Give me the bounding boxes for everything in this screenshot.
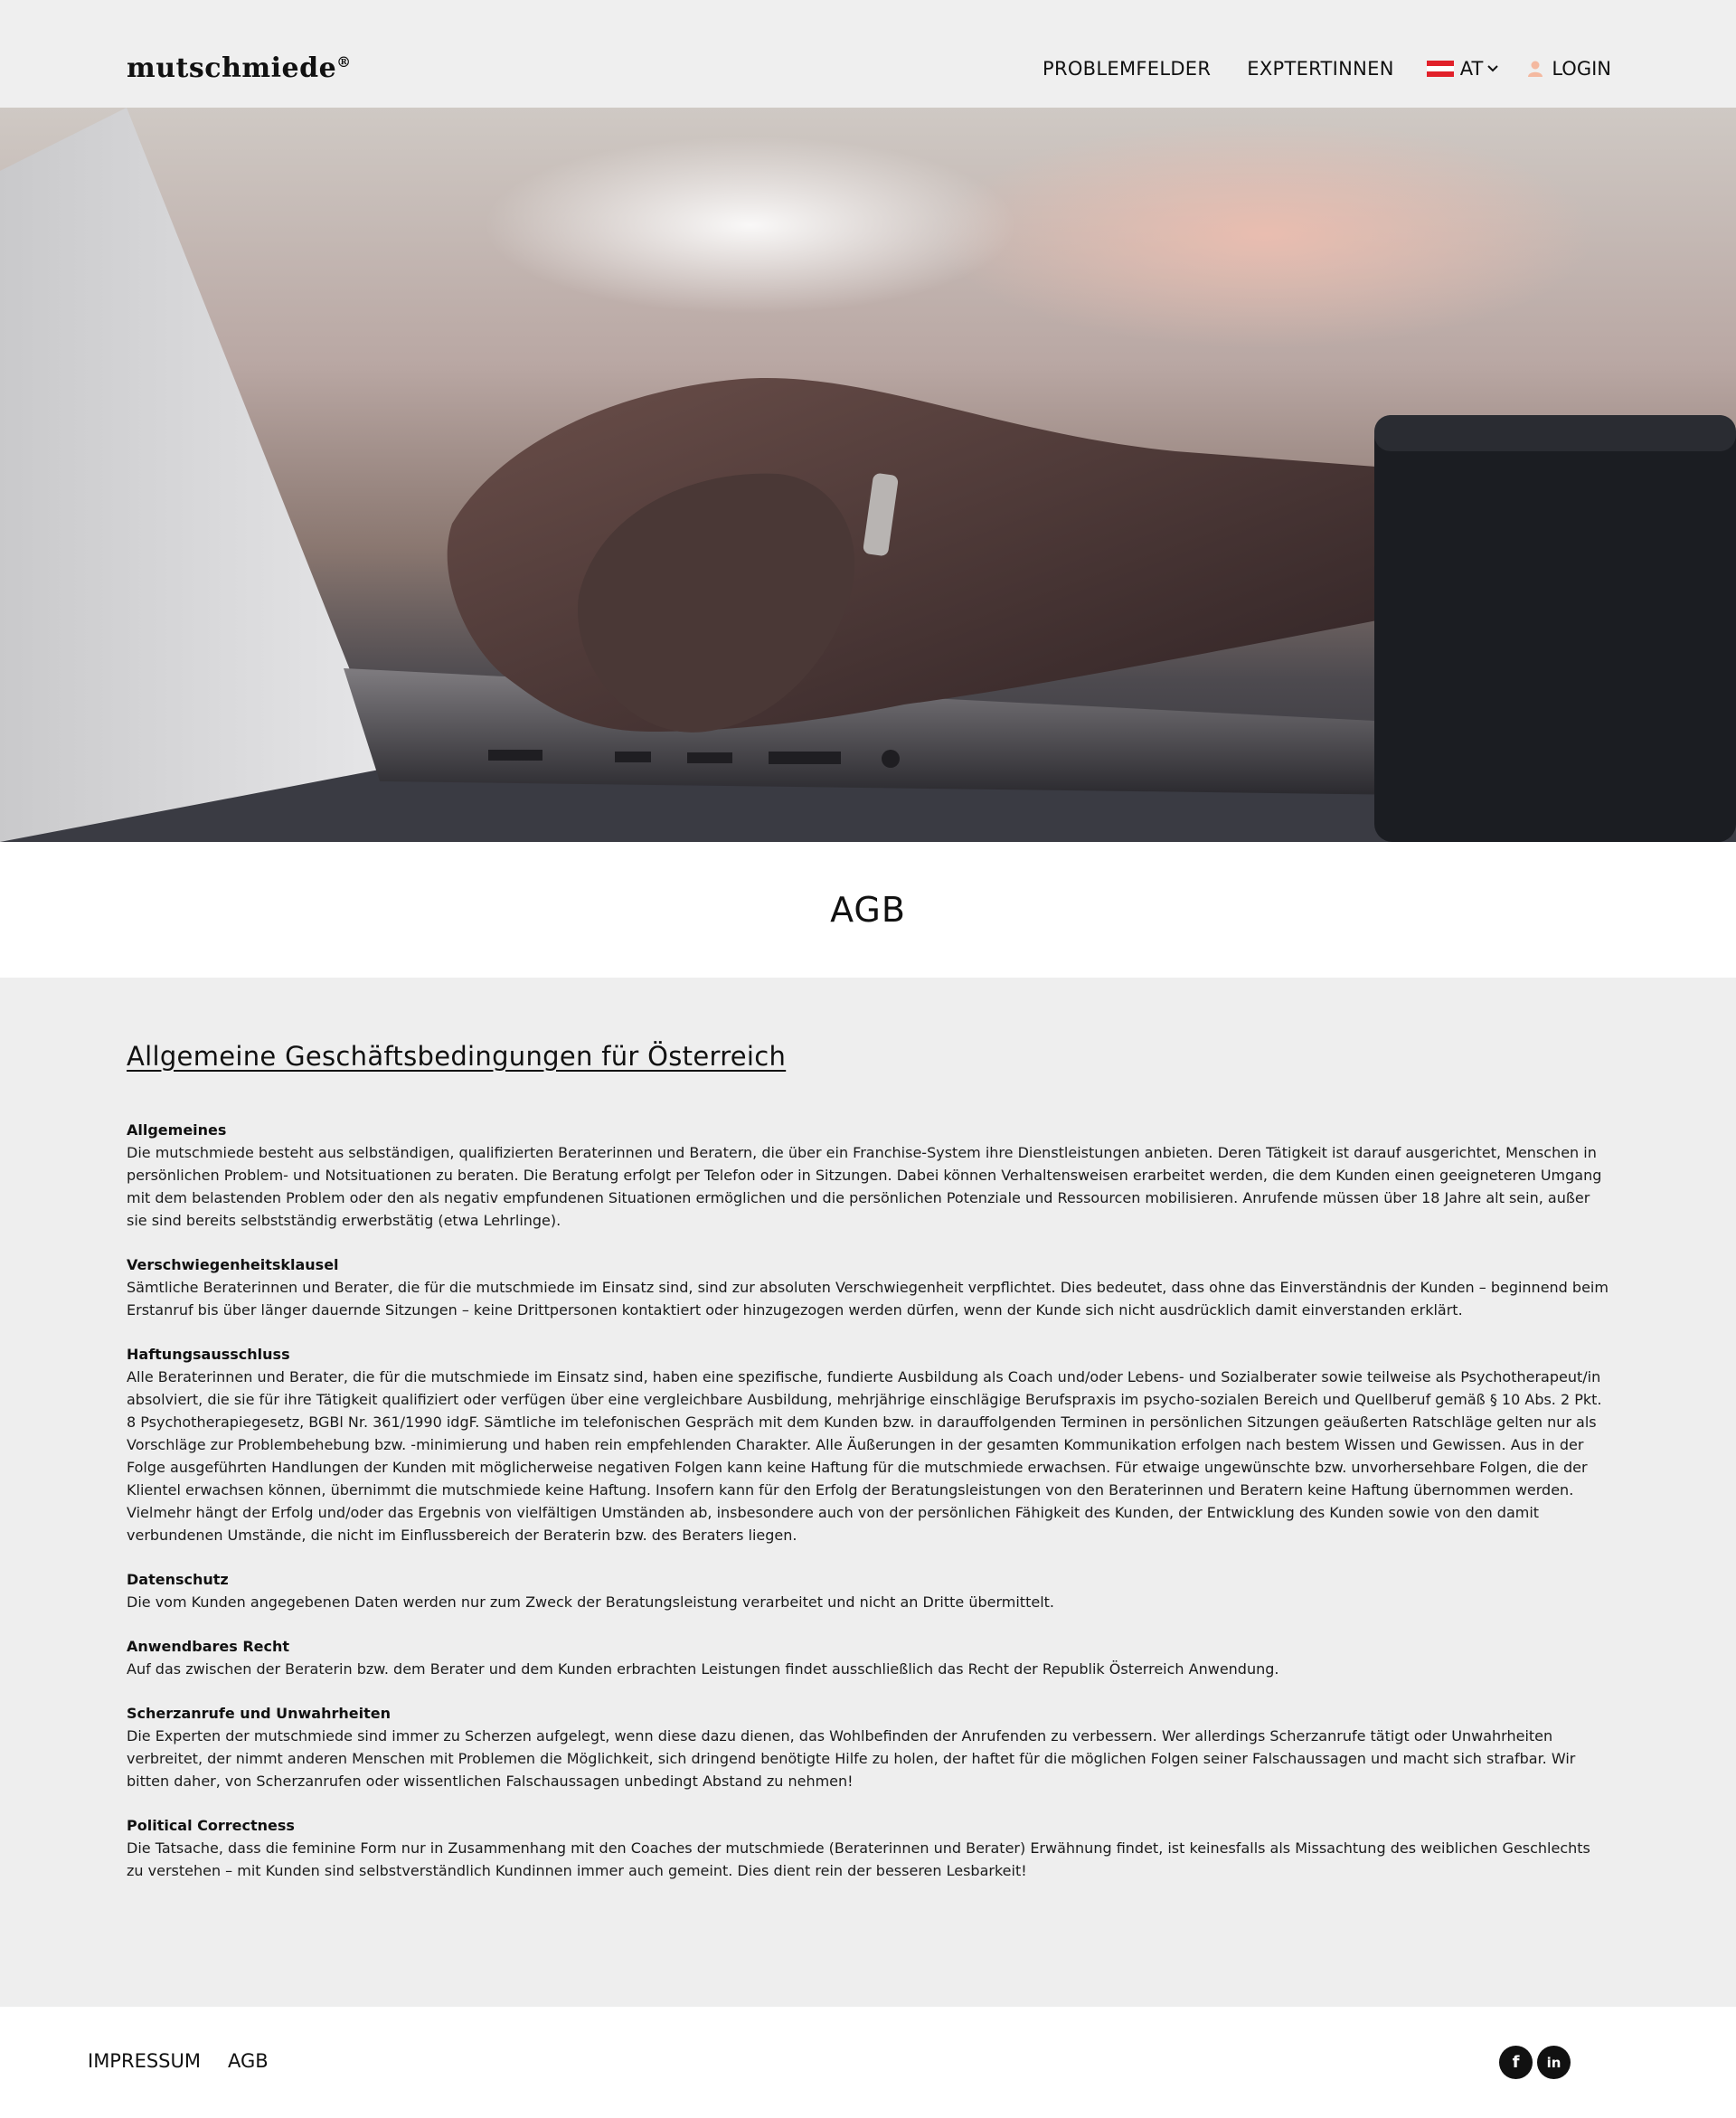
section-text: Alle Beraterinnen und Berater, die für d… — [127, 1368, 1602, 1544]
terms-section-scherzanrufe: Scherzanrufe und Unwahrheiten Die Expert… — [127, 1702, 1609, 1792]
section-title: Haftungsausschluss — [127, 1346, 290, 1363]
site-logo[interactable]: mutschmiede® — [127, 52, 352, 84]
section-title: Scherzanrufe und Unwahrheiten — [127, 1705, 391, 1722]
section-text: Die Tatsache, dass die feminine Form nur… — [127, 1839, 1590, 1879]
hero-image — [0, 108, 1736, 842]
nav-item-expertinnen[interactable]: EXPTERTINNEN — [1247, 58, 1394, 80]
language-selector[interactable]: AT — [1426, 58, 1500, 80]
section-title: Anwendbares Recht — [127, 1638, 290, 1655]
laptop-typing-photo — [0, 108, 1736, 842]
site-footer: IMPRESSUM AGB f in — [0, 2007, 1736, 2118]
terms-section-verschwiegenheit: Verschwiegenheitsklausel Sämtliche Berat… — [127, 1253, 1609, 1321]
section-title: Verschwiegenheitsklausel — [127, 1256, 339, 1273]
terms-heading: Allgemeine Geschäftsbedingungen für Öste… — [127, 1041, 787, 1072]
section-text: Sämtliche Beraterinnen und Berater, die … — [127, 1279, 1609, 1319]
page-title: AGB — [830, 890, 906, 930]
section-title: Datenschutz — [127, 1571, 229, 1588]
site-header: mutschmiede® PROBLEMFELDER EXPTERTINNEN … — [0, 0, 1736, 108]
page-title-band: AGB — [0, 842, 1736, 978]
section-text: Die vom Kunden angegebenen Daten werden … — [127, 1593, 1054, 1611]
main-nav: PROBLEMFELDER EXPTERTINNEN AT LOGIN — [1006, 58, 1611, 80]
terms-section-allgemeines: Allgemeines Die mutschmiede besteht aus … — [127, 1119, 1609, 1232]
login-button[interactable]: LOGIN — [1526, 58, 1611, 80]
terms-section-datenschutz: Datenschutz Die vom Kunden angegebenen D… — [127, 1568, 1609, 1613]
section-title: Political Correctness — [127, 1817, 295, 1834]
terms-content: Allgemeine Geschäftsbedingungen für Öste… — [0, 978, 1736, 2007]
facebook-icon[interactable]: f — [1499, 2046, 1533, 2079]
section-title: Allgemeines — [127, 1121, 227, 1139]
footer-link-agb[interactable]: AGB — [228, 2050, 269, 2072]
footer-links: IMPRESSUM AGB — [88, 2050, 296, 2072]
terms-section-haftung: Haftungsausschluss Alle Beraterinnen und… — [127, 1343, 1609, 1546]
user-icon — [1528, 61, 1543, 77]
login-label: LOGIN — [1552, 58, 1611, 80]
linkedin-icon[interactable]: in — [1537, 2046, 1571, 2079]
footer-link-impressum[interactable]: IMPRESSUM — [88, 2050, 201, 2072]
terms-section-recht: Anwendbares Recht Auf das zwischen der B… — [127, 1635, 1609, 1680]
chevron-down-icon — [1487, 65, 1499, 72]
nav-item-problemfelder[interactable]: PROBLEMFELDER — [1043, 58, 1211, 80]
austria-flag-icon — [1426, 61, 1454, 77]
language-label: AT — [1459, 58, 1484, 80]
section-text: Die mutschmiede besteht aus selbständige… — [127, 1144, 1602, 1229]
section-text: Auf das zwischen der Beraterin bzw. dem … — [127, 1660, 1279, 1678]
social-links: f in — [1495, 2046, 1571, 2079]
terms-section-political-correctness: Political Correctness Die Tatsache, dass… — [127, 1814, 1609, 1882]
section-text: Die Experten der mutschmiede sind immer … — [127, 1727, 1576, 1790]
